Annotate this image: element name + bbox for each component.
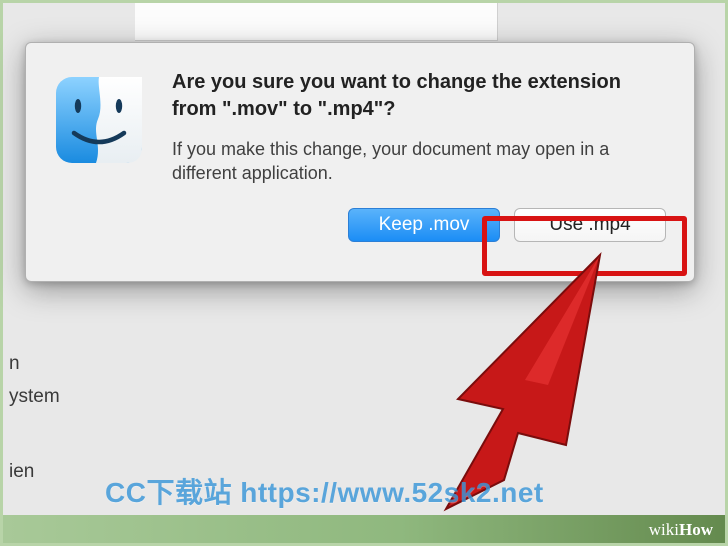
brand-text: wikiHow	[649, 520, 713, 540]
confirm-dialog: Are you sure you want to change the exte…	[25, 42, 695, 282]
sidebar-fragment-2: ystem	[9, 386, 60, 408]
finder-icon	[54, 75, 144, 165]
brand-bar: wikiHow	[3, 515, 725, 543]
background-inner	[135, 3, 498, 41]
keep-extension-button[interactable]: Keep .mov	[348, 208, 500, 242]
watermark-text: CC下载站 https://www.52sk2.net	[105, 471, 544, 511]
sidebar-fragment-1: n	[9, 353, 20, 375]
sidebar-fragment-3: ien	[9, 461, 34, 483]
use-extension-button[interactable]: Use .mp4	[514, 208, 666, 242]
dialog-button-row: Keep .mov Use .mp4	[172, 208, 666, 242]
dialog-message: If you make this change, your document m…	[172, 137, 666, 186]
dialog-title: Are you sure you want to change the exte…	[172, 69, 666, 123]
dialog-content: Are you sure you want to change the exte…	[172, 69, 666, 259]
